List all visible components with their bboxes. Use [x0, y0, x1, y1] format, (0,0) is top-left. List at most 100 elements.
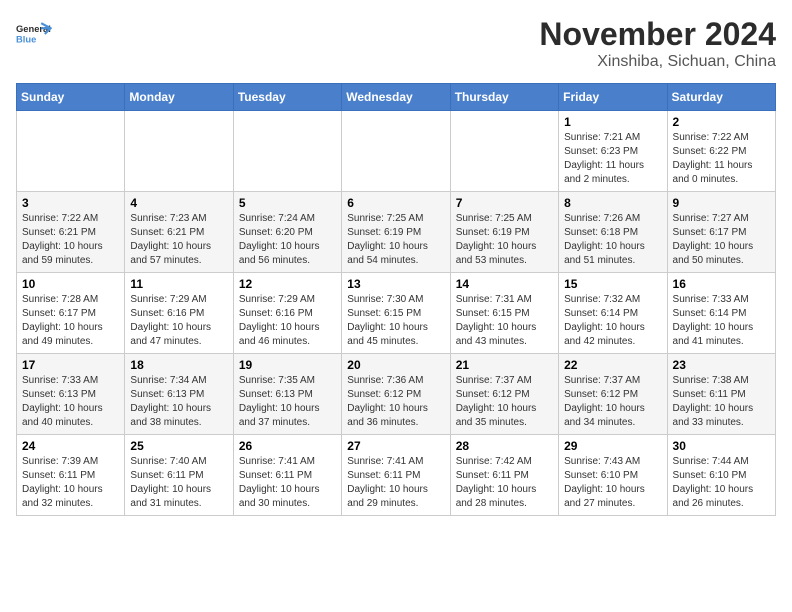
day-number: 3: [22, 196, 119, 210]
table-row: 13 Sunrise: 7:30 AM Sunset: 6:15 PM Dayli…: [342, 273, 450, 354]
day-info: Sunrise: 7:44 AM Sunset: 6:10 PM Dayligh…: [673, 455, 770, 511]
day-info: Sunrise: 7:42 AM Sunset: 6:11 PM Dayligh…: [456, 455, 553, 511]
day-number: 29: [564, 439, 661, 453]
day-number: 22: [564, 358, 661, 372]
table-row: 17Sunrise: 7:33 AM Sunset: 6:13 PM Dayli…: [17, 354, 125, 435]
day-number: 28: [456, 439, 553, 453]
col-sunday: Sunday: [17, 84, 125, 111]
day-info: Sunrise: 7:22 AM Sunset: 6:22 PM Dayligh…: [673, 131, 770, 187]
table-row: [342, 111, 450, 192]
col-tuesday: Tuesday: [233, 84, 341, 111]
table-row: 29 Sunrise: 7:43 AM Sunset: 6:10 PM Dayli…: [559, 435, 667, 516]
calendar-header-row: Sunday Monday Tuesday Wednesday Thursday…: [17, 84, 776, 111]
table-row: 3 Sunrise: 7:22 AM Sunset: 6:21 PM Daylig…: [17, 192, 125, 273]
table-row: 23 Sunrise: 7:38 AM Sunset: 6:11 PM Dayli…: [667, 354, 775, 435]
calendar-week-2: 3 Sunrise: 7:22 AM Sunset: 6:21 PM Daylig…: [17, 192, 776, 273]
day-number: 14: [456, 277, 553, 291]
table-row: 28 Sunrise: 7:42 AM Sunset: 6:11 PM Dayli…: [450, 435, 558, 516]
calendar-week-4: 17Sunrise: 7:33 AM Sunset: 6:13 PM Dayli…: [17, 354, 776, 435]
day-info: Sunrise: 7:25 AM Sunset: 6:19 PM Dayligh…: [456, 212, 553, 268]
day-info: Sunrise: 7:39 AM Sunset: 6:11 PM Dayligh…: [22, 455, 119, 511]
day-info: Sunrise: 7:36 AM Sunset: 6:12 PM Dayligh…: [347, 374, 444, 430]
calendar-table: Sunday Monday Tuesday Wednesday Thursday…: [16, 83, 776, 516]
table-row: 26 Sunrise: 7:41 AM Sunset: 6:11 PM Dayli…: [233, 435, 341, 516]
table-row: 30Sunrise: 7:44 AM Sunset: 6:10 PM Dayli…: [667, 435, 775, 516]
logo: General Blue: [16, 16, 52, 52]
day-info: Sunrise: 7:32 AM Sunset: 6:14 PM Dayligh…: [564, 293, 661, 349]
day-number: 25: [130, 439, 227, 453]
day-number: 11: [130, 277, 227, 291]
location: Xinshiba, Sichuan, China: [539, 53, 776, 71]
logo-icon: General Blue: [16, 16, 52, 52]
table-row: 6 Sunrise: 7:25 AM Sunset: 6:19 PM Daylig…: [342, 192, 450, 273]
day-info: Sunrise: 7:22 AM Sunset: 6:21 PM Dayligh…: [22, 212, 119, 268]
day-number: 23: [673, 358, 770, 372]
day-info: Sunrise: 7:40 AM Sunset: 6:11 PM Dayligh…: [130, 455, 227, 511]
table-row: 11 Sunrise: 7:29 AM Sunset: 6:16 PM Dayli…: [125, 273, 233, 354]
table-row: 5Sunrise: 7:24 AM Sunset: 6:20 PM Daylig…: [233, 192, 341, 273]
day-number: 1: [564, 115, 661, 129]
day-info: Sunrise: 7:29 AM Sunset: 6:16 PM Dayligh…: [130, 293, 227, 349]
table-row: [125, 111, 233, 192]
table-row: 14Sunrise: 7:31 AM Sunset: 6:15 PM Dayli…: [450, 273, 558, 354]
table-row: 19Sunrise: 7:35 AM Sunset: 6:13 PM Dayli…: [233, 354, 341, 435]
day-number: 4: [130, 196, 227, 210]
day-info: Sunrise: 7:37 AM Sunset: 6:12 PM Dayligh…: [456, 374, 553, 430]
day-info: Sunrise: 7:25 AM Sunset: 6:19 PM Dayligh…: [347, 212, 444, 268]
table-row: [17, 111, 125, 192]
day-number: 26: [239, 439, 336, 453]
day-number: 2: [673, 115, 770, 129]
svg-text:Blue: Blue: [16, 35, 36, 45]
table-row: 21 Sunrise: 7:37 AM Sunset: 6:12 PM Dayli…: [450, 354, 558, 435]
table-row: 27Sunrise: 7:41 AM Sunset: 6:11 PM Dayli…: [342, 435, 450, 516]
day-info: Sunrise: 7:26 AM Sunset: 6:18 PM Dayligh…: [564, 212, 661, 268]
day-number: 5: [239, 196, 336, 210]
table-row: 15 Sunrise: 7:32 AM Sunset: 6:14 PM Dayli…: [559, 273, 667, 354]
day-info: Sunrise: 7:37 AM Sunset: 6:12 PM Dayligh…: [564, 374, 661, 430]
day-number: 8: [564, 196, 661, 210]
table-row: 8 Sunrise: 7:26 AM Sunset: 6:18 PM Daylig…: [559, 192, 667, 273]
day-info: Sunrise: 7:30 AM Sunset: 6:15 PM Dayligh…: [347, 293, 444, 349]
day-info: Sunrise: 7:29 AM Sunset: 6:16 PM Dayligh…: [239, 293, 336, 349]
col-friday: Friday: [559, 84, 667, 111]
table-row: 18 Sunrise: 7:34 AM Sunset: 6:13 PM Dayli…: [125, 354, 233, 435]
table-row: 24 Sunrise: 7:39 AM Sunset: 6:11 PM Dayli…: [17, 435, 125, 516]
day-number: 9: [673, 196, 770, 210]
day-number: 16: [673, 277, 770, 291]
day-number: 10: [22, 277, 119, 291]
table-row: 9 Sunrise: 7:27 AM Sunset: 6:17 PM Daylig…: [667, 192, 775, 273]
day-info: Sunrise: 7:38 AM Sunset: 6:11 PM Dayligh…: [673, 374, 770, 430]
table-row: 20 Sunrise: 7:36 AM Sunset: 6:12 PM Dayli…: [342, 354, 450, 435]
day-info: Sunrise: 7:21 AM Sunset: 6:23 PM Dayligh…: [564, 131, 661, 187]
day-number: 12: [239, 277, 336, 291]
day-number: 19: [239, 358, 336, 372]
day-number: 18: [130, 358, 227, 372]
col-monday: Monday: [125, 84, 233, 111]
col-saturday: Saturday: [667, 84, 775, 111]
calendar-week-1: 1 Sunrise: 7:21 AM Sunset: 6:23 PM Daylig…: [17, 111, 776, 192]
day-number: 15: [564, 277, 661, 291]
table-row: 4Sunrise: 7:23 AM Sunset: 6:21 PM Daylig…: [125, 192, 233, 273]
day-number: 7: [456, 196, 553, 210]
table-row: 12 Sunrise: 7:29 AM Sunset: 6:16 PM Dayli…: [233, 273, 341, 354]
day-info: Sunrise: 7:41 AM Sunset: 6:11 PM Dayligh…: [347, 455, 444, 511]
table-row: 25 Sunrise: 7:40 AM Sunset: 6:11 PM Dayli…: [125, 435, 233, 516]
day-number: 24: [22, 439, 119, 453]
col-wednesday: Wednesday: [342, 84, 450, 111]
col-thursday: Thursday: [450, 84, 558, 111]
calendar-week-3: 10Sunrise: 7:28 AM Sunset: 6:17 PM Dayli…: [17, 273, 776, 354]
table-row: 22 Sunrise: 7:37 AM Sunset: 6:12 PM Dayli…: [559, 354, 667, 435]
table-row: 2 Sunrise: 7:22 AM Sunset: 6:22 PM Daylig…: [667, 111, 775, 192]
day-number: 6: [347, 196, 444, 210]
day-number: 20: [347, 358, 444, 372]
header: General Blue November 2024 Xinshiba, Sic…: [16, 16, 776, 71]
table-row: 1 Sunrise: 7:21 AM Sunset: 6:23 PM Daylig…: [559, 111, 667, 192]
day-info: Sunrise: 7:43 AM Sunset: 6:10 PM Dayligh…: [564, 455, 661, 511]
day-info: Sunrise: 7:27 AM Sunset: 6:17 PM Dayligh…: [673, 212, 770, 268]
table-row: 16Sunrise: 7:33 AM Sunset: 6:14 PM Dayli…: [667, 273, 775, 354]
day-number: 13: [347, 277, 444, 291]
day-info: Sunrise: 7:33 AM Sunset: 6:13 PM Dayligh…: [22, 374, 119, 430]
day-info: Sunrise: 7:34 AM Sunset: 6:13 PM Dayligh…: [130, 374, 227, 430]
day-info: Sunrise: 7:41 AM Sunset: 6:11 PM Dayligh…: [239, 455, 336, 511]
day-number: 21: [456, 358, 553, 372]
